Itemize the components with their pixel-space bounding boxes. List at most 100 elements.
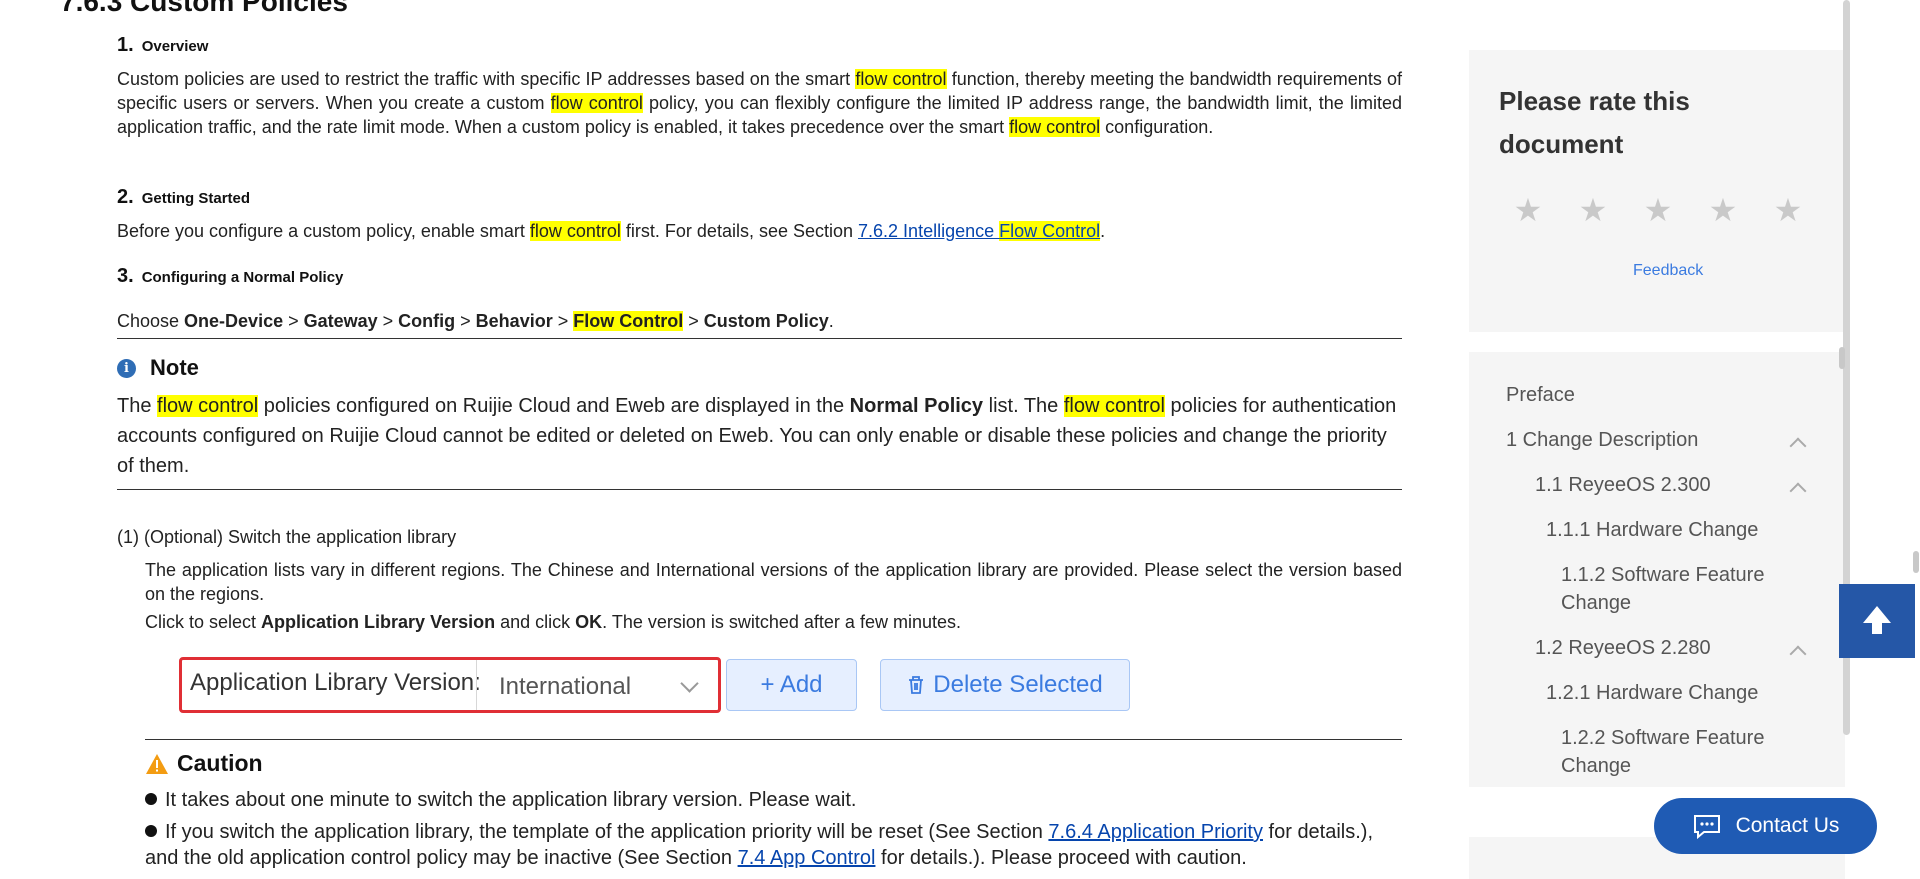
text-run: > [683, 311, 704, 331]
bullet-text: It takes about one minute to switch the … [165, 789, 856, 811]
star-icon[interactable]: ★ [1643, 194, 1673, 226]
text-run: The [117, 395, 158, 417]
text-run: . [1100, 221, 1106, 241]
caution-top-divider [145, 739, 1402, 740]
arrow-up-icon [1863, 605, 1891, 634]
text-run: and click [495, 612, 576, 632]
text-run: > [455, 311, 476, 331]
toc-item[interactable]: 1.2.2 Software Feature Change [1561, 724, 1821, 780]
text-run: list. The [983, 395, 1064, 417]
text-run: > [552, 311, 574, 331]
toc-item[interactable]: 1.1.1 Hardware Change [1546, 516, 1758, 544]
text-run: The application lists vary in different … [145, 560, 1402, 604]
text-run: Click to select [145, 612, 262, 632]
star-icon[interactable]: ★ [1708, 194, 1738, 226]
star-icon[interactable]: ★ [1773, 194, 1803, 226]
section-link[interactable]: 7.6.2 Intelligence [858, 221, 999, 241]
note-bottom-divider [117, 489, 1402, 490]
bold-text: Flow Control [573, 311, 684, 331]
step-getting-started-heading: 2. Getting Started [117, 186, 250, 209]
delete-label: Delete Selected [933, 671, 1103, 698]
section-link[interactable]: Flow Control [999, 221, 1101, 241]
step-normal-policy-heading: 3. Configuring a Normal Policy [117, 265, 343, 288]
highlighted-text: flow control [1009, 117, 1101, 137]
back-to-top-button[interactable] [1839, 584, 1915, 658]
toc-item[interactable]: 1.2.1 Hardware Change [1546, 679, 1758, 707]
text-run: . [828, 311, 834, 331]
text-run: for details.). Please proceed with cauti… [875, 847, 1247, 869]
note-body: The flow control policies configured on … [117, 391, 1407, 481]
text-run: If you switch the application library, t… [165, 821, 1049, 843]
step-title: Getting Started [141, 190, 251, 207]
bold-text: Config [398, 311, 456, 331]
caution-bullet: If you switch the application library, t… [145, 819, 1405, 871]
text-run: > [377, 311, 399, 331]
feedback-link[interactable]: Feedback [1633, 262, 1703, 280]
contact-us-label: Contact Us [1735, 814, 1840, 837]
navigation-path: Choose One-Device > Gateway > Config > B… [117, 309, 1402, 333]
highlighted-text: flow control [1063, 395, 1165, 417]
library-version-label: Application Library Version: [190, 669, 481, 696]
text-run: policies configured on Ruijie Cloud and … [258, 395, 850, 417]
toc-item[interactable]: 1.1 ReyeeOS 2.300 [1535, 471, 1711, 499]
bullet-dot [145, 825, 157, 837]
step-title: Configuring a Normal Policy [141, 269, 344, 286]
toc-scrollbar[interactable] [1839, 347, 1845, 369]
library-version-value: International [499, 673, 632, 700]
bold-text: OK [575, 612, 603, 632]
note-top-divider [117, 338, 1402, 339]
highlighted-text: flow control [855, 69, 947, 89]
caution-bullet: It takes about one minute to switch the … [145, 787, 1405, 813]
warning-icon [146, 753, 168, 774]
text-run: Before you configure a custom policy, en… [117, 221, 530, 241]
bullet-dot [145, 793, 157, 805]
note-title: Note [150, 355, 199, 380]
click-instruction: Click to select Application Library Vers… [145, 610, 1402, 634]
section-title: 7.6.3 Custom Policies [60, 0, 348, 17]
star-icon[interactable]: ★ [1513, 194, 1543, 226]
note-heading: i Note [117, 355, 199, 381]
add-button-image: + Add [726, 659, 857, 711]
rating-title: Please rate this document [1499, 86, 1690, 159]
toc-item[interactable]: 1.1.2 Software Feature Change [1561, 561, 1821, 617]
highlighted-text: flow control [157, 395, 259, 417]
text-run: configuration. [1100, 117, 1214, 137]
text-run: Choose [117, 311, 185, 331]
text-run: Custom policies are used to restrict the… [117, 69, 856, 89]
info-icon: i [117, 358, 136, 378]
highlighted-text: flow control [529, 221, 621, 241]
step-number: 1. [117, 34, 134, 56]
substep-heading: (1) (Optional) Switch the application li… [117, 527, 457, 547]
text-run: > [283, 311, 304, 331]
bold-text: Gateway [303, 311, 378, 331]
bold-text: Application Library Version [261, 612, 496, 632]
text-run: It takes about one minute to switch the … [165, 789, 857, 811]
bold-text: Normal Policy [849, 395, 984, 417]
step-number: 3. [117, 265, 134, 287]
text-run: first. For details, see Section [620, 221, 859, 241]
step-overview-heading: 1. Overview [117, 34, 208, 57]
page-scrollbar[interactable] [1913, 551, 1919, 573]
contact-us-button[interactable]: Contact Us [1654, 798, 1877, 854]
bullet-text: If you switch the application library, t… [145, 821, 1373, 869]
step-title: Overview [141, 38, 209, 55]
toc-item[interactable]: Preface [1506, 381, 1575, 409]
bold-text: Behavior [475, 311, 553, 331]
bold-text: One-Device [184, 311, 284, 331]
toc-item[interactable]: 1 Change Description [1506, 426, 1698, 454]
star-icon[interactable]: ★ [1578, 194, 1608, 226]
overview-paragraph: Custom policies are used to restrict the… [117, 67, 1402, 139]
add-label: + Add [760, 671, 823, 698]
toc-item[interactable]: 1.2 ReyeeOS 2.280 [1535, 634, 1711, 662]
step-number: 2. [117, 186, 134, 208]
delete-selected-button-image: Delete Selected [880, 659, 1130, 711]
caution-title: Caution [177, 750, 263, 776]
section-link[interactable]: 7.6.4 Application Priority [1048, 821, 1263, 843]
section-link[interactable]: 7.4 App Control [738, 847, 876, 869]
trash-icon [909, 676, 924, 694]
document-content: 7.6.3 Custom Policies 1. Overview Custom … [0, 0, 1420, 879]
library-paragraph: The application lists vary in different … [145, 558, 1402, 606]
highlighted-text: flow control [550, 93, 643, 113]
caution-heading: Caution [145, 750, 263, 777]
text-run: . The version is switched after a few mi… [602, 612, 961, 632]
